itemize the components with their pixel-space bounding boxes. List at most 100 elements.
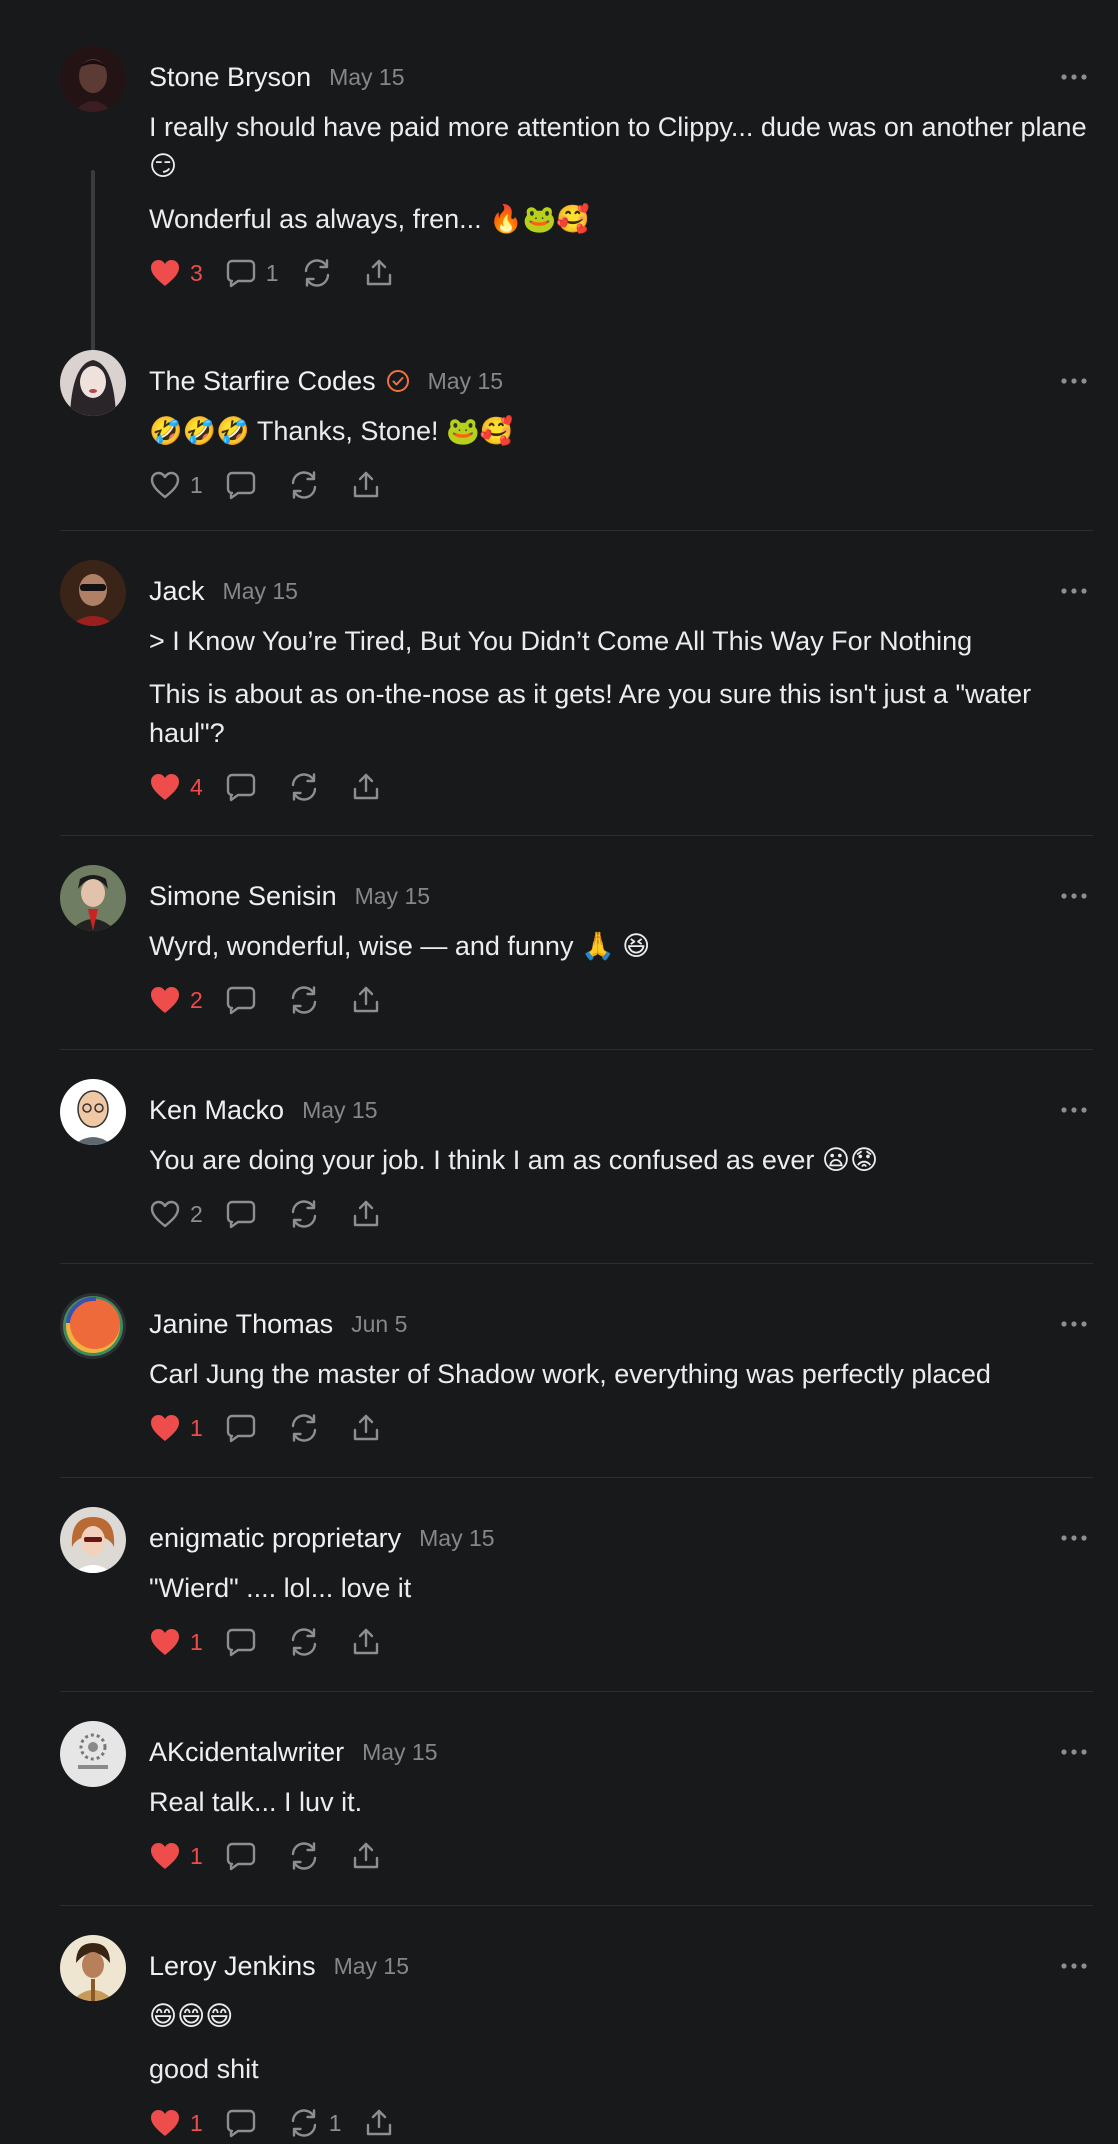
restack-button[interactable] [288,1199,329,1229]
more-options-button[interactable] [1059,372,1089,390]
reply-button[interactable] [225,772,266,802]
like-button[interactable]: 1 [149,1841,203,1871]
comment-header: Janine Thomas Jun 5 [149,1293,1089,1355]
comment-date[interactable]: May 15 [334,1953,409,1980]
reply-button[interactable] [225,985,266,1015]
like-button[interactable]: 1 [149,470,203,500]
more-options-button[interactable] [1059,1315,1089,1333]
like-button[interactable]: 2 [149,985,203,1015]
comment-text: You are doing your job. I think I am as … [149,1145,879,1175]
avatar[interactable] [60,1079,126,1145]
share-icon [351,1199,381,1229]
restack-icon [288,772,320,802]
like-button[interactable]: 1 [149,2108,203,2138]
restack-button[interactable] [301,258,342,288]
reply-button[interactable] [225,1841,266,1871]
author-name[interactable]: Jack [149,576,205,607]
share-button[interactable] [351,470,381,500]
avatar[interactable] [60,1293,126,1359]
restack-button[interactable] [288,1627,329,1657]
like-button[interactable]: 4 [149,772,203,802]
author-name[interactable]: enigmatic proprietary [149,1523,401,1554]
avatar[interactable] [60,865,126,931]
avatar[interactable] [60,350,126,416]
avatar[interactable] [60,46,126,112]
comment-date[interactable]: May 15 [355,883,430,910]
share-button[interactable] [351,1199,381,1229]
ellipsis-icon [1059,377,1089,394]
comment-actions: 1 1 [149,2103,1089,2143]
author-name[interactable]: Leroy Jenkins [149,1951,316,1982]
author-name[interactable]: Simone Senisin [149,881,337,912]
more-options-button[interactable] [1059,887,1089,905]
share-button[interactable] [351,772,381,802]
like-button[interactable]: 3 [149,258,203,288]
comment-text: I really should have paid more attention… [149,112,1087,181]
avatar[interactable] [60,1935,126,2001]
reply-button[interactable] [225,2108,266,2138]
restack-button[interactable] [288,985,329,1015]
author-name[interactable]: The Starfire Codes [149,366,376,397]
comment-date[interactable]: May 15 [419,1525,494,1552]
restack-icon [288,1841,320,1871]
more-options-button[interactable] [1059,1529,1089,1547]
share-icon [351,1413,381,1443]
like-button[interactable]: 2 [149,1199,203,1229]
more-options-button[interactable] [1059,1957,1089,1975]
comment-date[interactable]: May 15 [428,368,503,395]
restack-button[interactable] [288,1841,329,1871]
restack-button[interactable] [288,1413,329,1443]
ellipsis-icon [1059,1534,1089,1551]
avatar[interactable] [60,560,126,626]
share-button[interactable] [351,1841,381,1871]
avatar[interactable] [60,1507,126,1573]
comment-text: 😄😄😄 [149,2001,234,2031]
like-button[interactable]: 1 [149,1413,203,1443]
restack-button[interactable]: 1 [288,2108,342,2138]
author-name[interactable]: Ken Macko [149,1095,284,1126]
author-name[interactable]: AKcidentalwriter [149,1737,344,1768]
share-button[interactable] [351,985,381,1015]
heart-icon [149,772,181,802]
heart-icon [149,470,181,500]
share-button[interactable] [364,258,394,288]
comment-text: This is about as on-the-nose as it gets!… [149,679,1032,748]
avatar[interactable] [60,1721,126,1787]
reply-button[interactable] [225,1199,266,1229]
heart-icon [149,258,181,288]
restack-button[interactable] [288,772,329,802]
more-options-button[interactable] [1059,582,1089,600]
author-name[interactable]: Stone Bryson [149,62,311,93]
more-options-button[interactable] [1059,1743,1089,1761]
heart-icon [149,1627,181,1657]
restack-icon [288,2108,320,2138]
like-count: 2 [190,1200,203,1227]
restack-icon [288,470,320,500]
like-count: 1 [190,2109,203,2136]
reply-button[interactable] [225,1627,266,1657]
share-button[interactable] [351,1627,381,1657]
more-options-button[interactable] [1059,1101,1089,1119]
share-button[interactable] [351,1413,381,1443]
comment-date[interactable]: May 15 [223,578,298,605]
share-icon [351,772,381,802]
comment-date[interactable]: May 15 [329,64,404,91]
more-options-button[interactable] [1059,68,1089,86]
author-name[interactable]: Janine Thomas [149,1309,333,1340]
comment-date[interactable]: May 15 [302,1097,377,1124]
like-button[interactable]: 1 [149,1627,203,1657]
reply-button[interactable] [225,1413,266,1443]
like-count: 1 [190,471,203,498]
comment-date[interactable]: May 15 [362,1739,437,1766]
reply-button[interactable] [225,470,266,500]
comment-header: The Starfire Codes May 15 [149,350,1089,412]
restack-button[interactable] [288,470,329,500]
comment-icon [225,258,257,288]
restack-icon [288,1199,320,1229]
like-count: 3 [190,259,203,286]
ellipsis-icon [1059,73,1089,90]
share-button[interactable] [364,2108,394,2138]
reply-button[interactable]: 1 [225,258,279,288]
comment-content: Leroy Jenkins May 15 😄😄😄 good shit 1 1 [149,1935,1089,2143]
comment-date[interactable]: Jun 5 [351,1311,407,1338]
